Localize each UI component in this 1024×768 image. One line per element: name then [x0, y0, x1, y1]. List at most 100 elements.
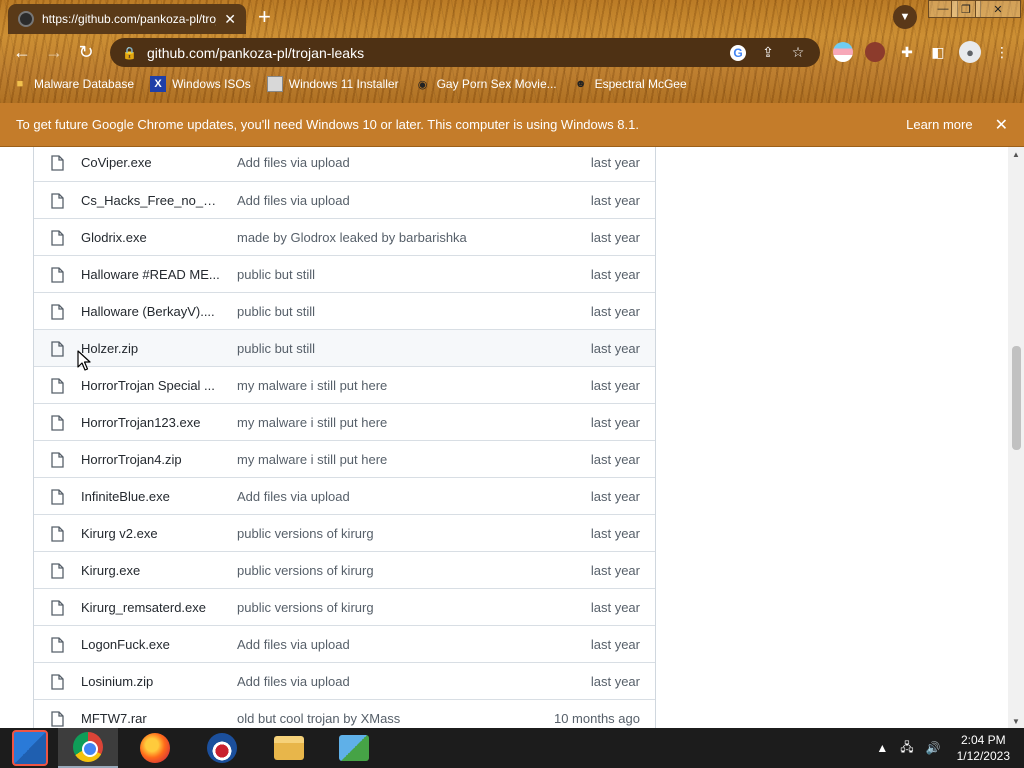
file-name-link[interactable]: Kirurg.exe [81, 563, 223, 578]
forward-button[interactable]: → [42, 40, 66, 64]
commit-message-link[interactable]: my malware i still put here [237, 452, 537, 467]
scroll-down-icon[interactable]: ▼ [1008, 714, 1024, 728]
learn-more-link[interactable]: Learn more [906, 117, 972, 132]
extension-avatar-icon[interactable] [865, 42, 885, 62]
file-name-link[interactable]: Losinium.zip [81, 674, 223, 689]
table-row[interactable]: HorrorTrojan4.zip my malware i still put… [34, 440, 655, 477]
arrow-left-icon: ← [13, 41, 31, 62]
table-row[interactable]: CoViper.exe Add files via upload last ye… [34, 147, 655, 181]
table-row[interactable]: Halloware #READ ME... public but still l… [34, 255, 655, 292]
toolbar: ← → ↻ 🔒 github.com/pankoza-pl/trojan-lea… [0, 36, 1024, 68]
address-bar[interactable]: 🔒 github.com/pankoza-pl/trojan-leaks G ⇪… [110, 38, 820, 67]
table-row[interactable]: MFTW7.rar old but cool trojan by XMass 1… [34, 699, 655, 728]
chevron-down-icon: ▼ [899, 11, 911, 23]
commit-age: last year [590, 525, 640, 541]
browser-tab[interactable]: https://github.com/pankoza-pl/trojan-lea… [8, 4, 246, 34]
table-row[interactable]: HorrorTrojan123.exe my malware i still p… [34, 403, 655, 440]
profile-icon[interactable]: ● [959, 41, 981, 63]
new-tab-button[interactable]: + [258, 5, 271, 29]
table-row[interactable]: InfiniteBlue.exe Add files via upload la… [34, 477, 655, 514]
scrollbar-thumb[interactable] [1012, 346, 1021, 450]
commit-message-link[interactable]: Add files via upload [237, 193, 537, 208]
table-row[interactable]: HorrorTrojan Special ... my malware i st… [34, 366, 655, 403]
bookmark-windows-11-installer[interactable]: Windows 11 Installer [266, 76, 399, 92]
commit-message-link[interactable]: public versions of kirurg [237, 563, 537, 578]
menu-kebab-icon[interactable]: ⋮ [992, 42, 1012, 62]
tray-chevron-icon[interactable]: ▲ [876, 741, 888, 755]
commit-age: last year [590, 562, 640, 578]
commit-message-link[interactable]: public but still [237, 267, 537, 282]
file-name-link[interactable]: HorrorTrojan Special ... [81, 378, 223, 393]
x-icon: X [150, 76, 167, 92]
file-name-link[interactable]: HorrorTrojan123.exe [81, 415, 223, 430]
bookmark-windows-isos[interactable]: X Windows ISOs [150, 76, 251, 92]
reload-button[interactable]: ↻ [74, 40, 98, 64]
file-name-link[interactable]: Halloware #READ ME... [81, 267, 223, 282]
scroll-up-icon[interactable]: ▲ [1008, 147, 1024, 161]
commit-message-link[interactable]: my malware i still put here [237, 378, 537, 393]
bookmark-espectral-mcgee[interactable]: ☻ Espectral McGee [573, 76, 687, 92]
infobar-close-icon[interactable]: ✕ [995, 115, 1008, 135]
commit-message-link[interactable]: Add files via upload [237, 637, 537, 652]
commit-message-link[interactable]: my malware i still put here [237, 415, 537, 430]
commit-message-link[interactable]: made by Glodrox leaked by barbarishka [237, 230, 537, 245]
start-button[interactable] [0, 728, 60, 768]
tab-search-button[interactable]: ▼ [893, 5, 917, 29]
google-lens-icon[interactable]: G [728, 43, 748, 63]
file-name-link[interactable]: Kirurg_remsaterd.exe [81, 600, 223, 615]
tab-close-icon[interactable]: ✕ [224, 11, 236, 28]
firefox-icon [140, 733, 170, 763]
address-text[interactable]: github.com/pankoza-pl/trojan-leaks [147, 45, 718, 61]
github-icon [18, 11, 34, 27]
network-status-icon[interactable]: 🖧 [900, 738, 913, 759]
share-icon[interactable]: ⇪ [758, 43, 778, 63]
commit-message-link[interactable]: Add files via upload [237, 155, 537, 170]
table-row[interactable]: Halloware (BerkayV).... public but still… [34, 292, 655, 329]
clock[interactable]: 2:04 PM 1/12/2023 [957, 732, 1010, 764]
file-name-link[interactable]: Kirurg v2.exe [81, 526, 223, 541]
commit-message-link[interactable]: public but still [237, 304, 537, 319]
file-name-link[interactable]: Halloware (BerkayV).... [81, 304, 223, 319]
commit-message-link[interactable]: Add files via upload [237, 674, 537, 689]
file-icon [51, 563, 64, 579]
file-explorer-icon [274, 736, 304, 760]
file-name-link[interactable]: CoViper.exe [81, 155, 223, 170]
taskbar-chrome[interactable] [58, 728, 118, 768]
bookmark-malware-database[interactable]: ■ Malware Database [12, 76, 134, 92]
file-name-link[interactable]: MFTW7.rar [81, 711, 223, 726]
table-row[interactable]: Cs_Hacks_Free_no_ha... Add files via upl… [34, 181, 655, 218]
table-row[interactable]: Kirurg.exe public versions of kirurg las… [34, 551, 655, 588]
extensions-puzzle-icon[interactable]: ✚ [897, 42, 917, 62]
extension-flag-icon[interactable] [833, 42, 853, 62]
commit-message-link[interactable]: old but cool trojan by XMass [237, 711, 537, 726]
file-name-link[interactable]: HorrorTrojan4.zip [81, 452, 223, 467]
table-row[interactable]: Holzer.zip public but still last year [34, 329, 655, 366]
commit-message-link[interactable]: public versions of kirurg [237, 526, 537, 541]
file-name-link[interactable]: Cs_Hacks_Free_no_ha... [81, 193, 223, 208]
table-row[interactable]: Losinium.zip Add files via upload last y… [34, 662, 655, 699]
side-panel-icon[interactable]: ◧ [928, 42, 948, 62]
page-scrollbar[interactable]: ▲ ▼ [1008, 147, 1024, 728]
folder-icon: ■ [16, 78, 24, 90]
table-row[interactable]: Kirurg v2.exe public versions of kirurg … [34, 514, 655, 551]
bookmark-gay-porn-sex-movie[interactable]: ◉ Gay Porn Sex Movie... [415, 76, 557, 92]
file-name-link[interactable]: InfiniteBlue.exe [81, 489, 223, 504]
commit-message-link[interactable]: public but still [237, 341, 537, 356]
volume-icon[interactable]: 🔊 [926, 741, 941, 755]
table-row[interactable]: Kirurg_remsaterd.exe public versions of … [34, 588, 655, 625]
table-row[interactable]: Glodrix.exe made by Glodrox leaked by ba… [34, 218, 655, 255]
file-name-link[interactable]: LogonFuck.exe [81, 637, 223, 652]
file-name-link[interactable]: Holzer.zip [81, 341, 223, 356]
file-name-link[interactable]: Glodrix.exe [81, 230, 223, 245]
table-row[interactable]: LogonFuck.exe Add files via upload last … [34, 625, 655, 662]
window-close-button[interactable]: ✕ [975, 0, 1021, 18]
commit-message-link[interactable]: Add files via upload [237, 489, 537, 504]
commit-age: last year [590, 229, 640, 245]
taskbar-firefox[interactable] [125, 728, 185, 768]
taskbar-file-explorer[interactable] [259, 728, 319, 768]
back-button[interactable]: ← [10, 40, 34, 64]
taskbar-network-app[interactable] [324, 728, 384, 768]
commit-message-link[interactable]: public versions of kirurg [237, 600, 537, 615]
taskbar-obama-app[interactable] [192, 728, 252, 768]
bookmark-star-icon[interactable]: ☆ [788, 43, 808, 63]
